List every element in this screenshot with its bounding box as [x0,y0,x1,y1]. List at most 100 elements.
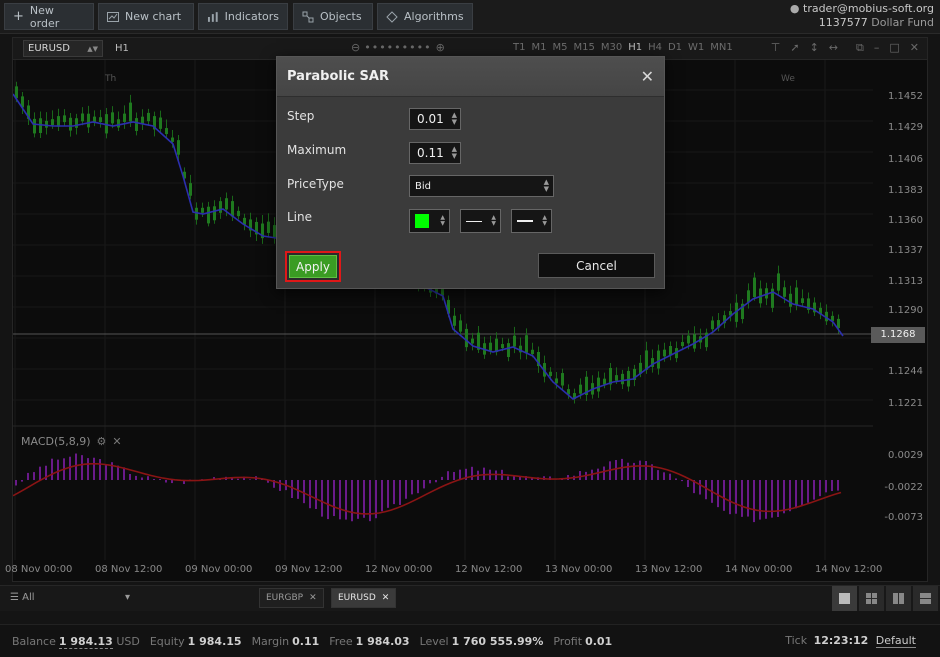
current-price-badge: 1.1268 [871,327,925,343]
macd-bar [15,480,17,486]
macd-bar [579,471,581,480]
line-style-select[interactable]: ▲ ▼ [460,209,501,233]
balance: Balance 1 984.13 USD [12,634,140,649]
close-tab-icon[interactable]: ✕ [382,593,390,603]
macd-bar [387,480,389,508]
price-label: 1.1244 [888,366,923,377]
zoom-in-icon[interactable]: ⊕ [436,41,445,54]
candle-body [87,113,90,128]
macd-bar [411,480,413,495]
updown-icon: ▲▼ [543,178,549,193]
candle-body [561,373,564,386]
step-input[interactable]: 0.01 ▲ ▼ [409,108,461,130]
candle-body [753,277,756,298]
current-timeframe: H1 [115,43,129,54]
candle-body [645,350,648,370]
algorithms-button[interactable]: Algorithms [377,3,473,30]
timeframe-m30[interactable]: M30 [601,42,622,53]
close-icon[interactable]: ✕ [641,67,654,86]
line-width-select[interactable]: ▲ ▼ [511,209,552,233]
vertical-line-icon[interactable]: ↕ [810,41,819,55]
tab-eurgbp[interactable]: EURGBP ✕ [259,588,324,608]
layout-grid-button[interactable] [859,586,884,611]
line-style-icon [466,220,482,222]
layout-single-button[interactable] [832,586,857,611]
parabolic-sar-dialog: Parabolic SAR ✕ Step 0.01 ▲ ▼ Maximum 0.1… [276,56,665,289]
maximize-icon[interactable]: □ [889,41,899,55]
timeframe-h1[interactable]: H1 [628,42,642,53]
candle-body [81,113,84,122]
timeframe-m15[interactable]: M15 [573,42,594,53]
close-chart-icon[interactable]: ✕ [910,41,919,55]
line-color-picker[interactable]: ▲ ▼ [409,209,450,233]
candle-body [123,113,126,122]
timeframe-m5[interactable]: M5 [552,42,567,53]
chevron-down-icon: ▾ [124,592,130,603]
margin: Margin 0.11 [252,635,320,648]
candle-body [693,334,696,349]
macd-bar [513,476,515,480]
account-user: trader@mobius-soft.org [803,2,934,15]
new-order-button[interactable]: + New order [4,3,94,30]
macd-bar [687,480,689,488]
cancel-button[interactable]: Cancel [538,253,655,278]
macd-bar [351,480,353,522]
timeframe-mn1[interactable]: MN1 [710,42,732,53]
symbol-select[interactable]: EURUSD ▲▼ [23,40,103,57]
timeframe-w1[interactable]: W1 [688,42,704,53]
timeframe-t1[interactable]: T1 [513,42,525,53]
horizontal-line-icon[interactable]: ↔ [829,41,838,55]
macd-bar [327,480,329,520]
step-value: 0.01 [417,112,444,126]
balance-value[interactable]: 1 984.13 [58,634,113,649]
time-label: 13 Nov 00:00 [545,564,613,575]
close-indicator-icon[interactable]: ✕ [112,435,121,448]
new-chart-button[interactable]: New chart [98,3,194,30]
spinner-icon[interactable]: ▲ ▼ [452,112,457,126]
tick-mode-link[interactable]: Default [875,634,916,648]
macd-bar [279,480,281,491]
indicators-button[interactable]: Indicators [198,3,288,30]
objects-button[interactable]: Objects [293,3,373,30]
candle-body [513,335,516,347]
candle-body [69,117,72,131]
zoom-slider[interactable]: ••••••••• [364,41,431,54]
candle-body [33,118,36,134]
pricetype-value: Bid [415,180,431,192]
zoom-control[interactable]: ⊖ ••••••••• ⊕ [351,41,445,54]
account-info[interactable]: ● trader@mobius-soft.org 1137577 Dollar … [790,2,934,30]
maximum-input[interactable]: 0.11 ▲ ▼ [409,142,461,164]
macd-bar [369,480,371,522]
macd-bar [129,474,131,480]
equity-label: Equity [149,634,185,648]
spinner-icon[interactable]: ▲ ▼ [452,146,457,160]
candle-body [711,320,714,330]
macd-bar [783,480,785,514]
minimize-icon[interactable]: – [874,41,880,55]
pricetype-select[interactable]: Bid ▲ ▼ [409,175,554,197]
close-tab-icon[interactable]: ✕ [309,593,317,603]
macd-bar [435,480,437,483]
macd-bar [339,480,341,520]
gear-icon[interactable]: ⚙ [97,435,107,448]
timeframe-d1[interactable]: D1 [668,42,682,53]
crosshair-icon[interactable]: ⊤ [771,41,781,55]
apply-button[interactable]: Apply [285,251,341,282]
filter-select[interactable]: ☰ All ▾ [10,592,130,603]
timeframe-m1[interactable]: M1 [531,42,546,53]
layout-rows-button[interactable] [913,586,938,611]
candle-body [75,118,78,128]
filter-label: All [22,592,35,603]
trendline-icon[interactable]: ➚ [790,41,799,55]
macd-bar [603,466,605,480]
macd-bar [831,480,833,492]
timeframe-h4[interactable]: H4 [648,42,662,53]
zoom-out-icon[interactable]: ⊖ [351,41,360,54]
macd-bar [345,480,347,520]
balance-currency: USD [116,634,140,648]
popout-icon[interactable]: ⧉ [856,41,864,55]
tab-eurusd[interactable]: EURUSD ✕ [331,588,397,608]
macd-bar [87,458,89,480]
macd-bar [699,480,701,495]
layout-columns-button[interactable] [886,586,911,611]
